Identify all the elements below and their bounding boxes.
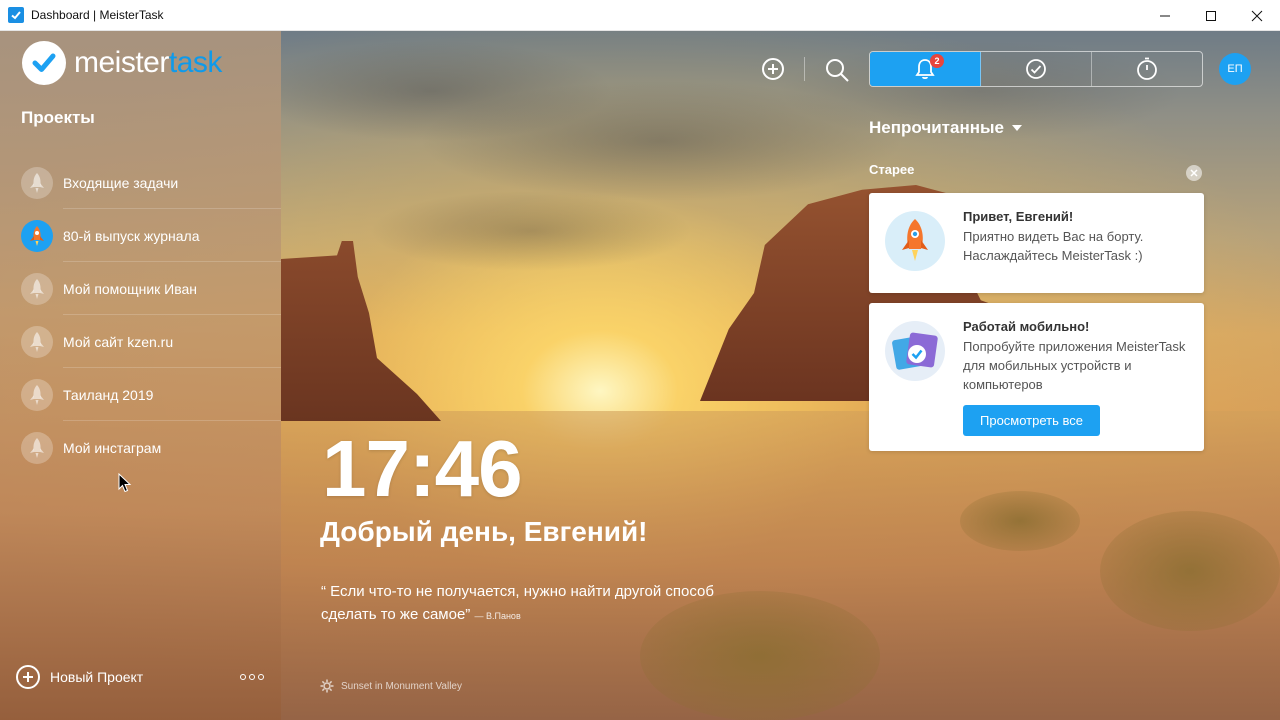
notification-card-text: Попробуйте приложения MeisterTask для мо… xyxy=(963,339,1186,392)
window-controls xyxy=(1142,0,1280,31)
sidebar-item-label: 80-й выпуск журнала xyxy=(63,227,200,244)
background-bush xyxy=(1100,511,1280,631)
notification-card-title: Привет, Евгений! xyxy=(963,209,1074,224)
notification-filter-dropdown[interactable]: Непрочитанные xyxy=(869,118,1022,138)
sidebar-item-thailand[interactable]: Таиланд 2019 xyxy=(0,368,281,421)
quote-block: “ Если что-то не получается, нужно найти… xyxy=(321,580,761,628)
toolbar-tabs: 2 xyxy=(869,51,1203,87)
search-button[interactable] xyxy=(824,57,850,83)
rocket-icon xyxy=(21,272,53,305)
rocket-icon xyxy=(21,219,53,252)
new-project-button[interactable]: Новый Проект xyxy=(16,665,143,689)
plus-circle-icon xyxy=(762,58,784,80)
sidebar-item-instagram[interactable]: Мой инстаграм xyxy=(0,421,281,474)
maximize-button[interactable] xyxy=(1188,0,1234,31)
sidebar-item-label: Входящие задачи xyxy=(63,174,179,191)
app-check-icon xyxy=(8,7,24,23)
sidebar-item-label: Мой сайт kzen.ru xyxy=(63,333,174,350)
meistertask-logo[interactable]: meistertask xyxy=(22,41,222,85)
sidebar-item-label: Мой инстаграм xyxy=(63,439,162,456)
logo-text-task: task xyxy=(168,46,223,79)
logo-text: meistertask xyxy=(74,46,222,80)
photo-credit-text: Sunset in Monument Valley xyxy=(341,680,462,692)
clear-notifications-button[interactable] xyxy=(1186,165,1202,181)
maximize-icon xyxy=(1206,10,1216,21)
logo-check-icon xyxy=(22,41,66,85)
notification-card-text: Приятно видеть Вас на борту. Наслаждайте… xyxy=(963,229,1144,263)
close-icon xyxy=(1251,10,1263,21)
rocket-icon xyxy=(885,211,945,271)
logo-text-meister: meister xyxy=(74,46,169,79)
add-button[interactable] xyxy=(761,57,785,81)
chevron-down-icon xyxy=(1011,125,1022,131)
rocket-icon xyxy=(21,325,53,358)
minimize-icon xyxy=(1160,15,1170,16)
project-list: Входящие задачи 80-й выпуск журнала Мой … xyxy=(0,156,281,474)
sidebar-item-site[interactable]: Мой сайт kzen.ru xyxy=(0,315,281,368)
tab-tasks[interactable] xyxy=(981,52,1092,86)
quote-author: — В.Панов xyxy=(474,611,521,621)
clock-time: 17:46 xyxy=(322,424,523,513)
greeting-text: Добрый день, Евгений! xyxy=(320,516,648,547)
stopwatch-icon xyxy=(1137,57,1157,80)
plus-circle-icon xyxy=(16,665,40,689)
dashboard-main: meistertask Проекты Входящие задачи 80-й… xyxy=(0,31,1280,720)
tab-notifications[interactable]: 2 xyxy=(870,52,981,86)
sidebar: meistertask Проекты Входящие задачи 80-й… xyxy=(0,31,281,720)
tab-time-tracking[interactable] xyxy=(1092,52,1202,86)
minimize-button[interactable] xyxy=(1142,0,1188,31)
rocket-icon xyxy=(21,378,53,411)
window-title: Dashboard | MeisterTask xyxy=(31,8,164,22)
notification-badge: 2 xyxy=(930,54,944,68)
window-titlebar: Dashboard | MeisterTask xyxy=(0,0,1280,31)
notification-card-mobile[interactable]: Работай мобильно! Попробуйте приложения … xyxy=(869,303,1204,451)
sidebar-item-label: Мой помощник Иван xyxy=(63,280,198,297)
projects-title: Проекты xyxy=(21,108,95,127)
close-button[interactable] xyxy=(1234,0,1280,31)
rocket-icon xyxy=(21,166,53,199)
notification-card-title: Работай мобильно! xyxy=(963,319,1090,334)
sidebar-item-inbox[interactable]: Входящие задачи xyxy=(0,156,281,209)
sidebar-item-label: Таиланд 2019 xyxy=(63,386,154,403)
sidebar-item-magazine[interactable]: 80-й выпуск журнала xyxy=(0,209,281,262)
notification-filter-label: Непрочитанные xyxy=(869,118,1004,137)
notification-card-body: Работай мобильно! Попробуйте приложения … xyxy=(963,319,1193,436)
view-all-button[interactable]: Просмотреть все xyxy=(963,405,1100,436)
mouse-cursor-icon xyxy=(118,472,132,498)
more-options-icon[interactable] xyxy=(240,674,264,680)
toolbar-divider xyxy=(804,57,805,81)
close-icon xyxy=(1190,169,1198,177)
rocket-icon xyxy=(21,431,53,464)
notification-card-body: Привет, Евгений! Приятно видеть Вас на б… xyxy=(963,209,1193,265)
search-icon xyxy=(826,59,849,82)
sidebar-item-assistant[interactable]: Мой помощник Иван xyxy=(0,262,281,315)
new-project-label: Новый Проект xyxy=(50,669,144,685)
gear-icon xyxy=(320,679,334,693)
user-avatar[interactable]: ЕП xyxy=(1219,53,1251,85)
background-bush xyxy=(960,491,1080,551)
notification-card-welcome[interactable]: Привет, Евгений! Приятно видеть Вас на б… xyxy=(869,193,1204,293)
photo-credit[interactable]: Sunset in Monument Valley xyxy=(320,679,462,693)
mobile-devices-icon xyxy=(885,321,945,381)
check-circle-icon xyxy=(1026,59,1046,79)
notification-section-title: Старее xyxy=(869,162,915,177)
